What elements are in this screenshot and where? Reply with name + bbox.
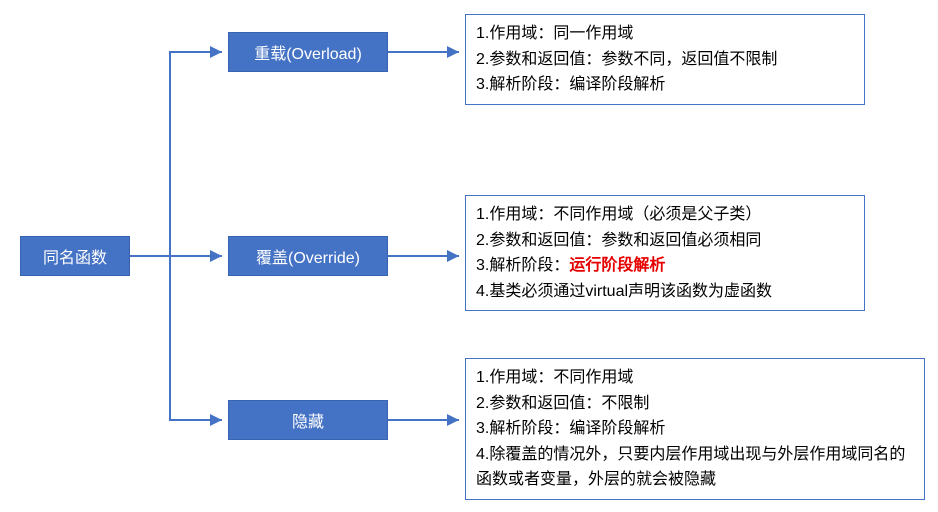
desc-overload-line2: 2.参数和返回值：参数不同，返回值不限制 (476, 47, 854, 73)
desc-overload-line3: 3.解析阶段：编译阶段解析 (476, 72, 854, 98)
desc-overload: 1.作用域：同一作用域 2.参数和返回值：参数不同，返回值不限制 3.解析阶段：… (465, 14, 865, 105)
desc-hide-line3: 3.解析阶段：编译阶段解析 (476, 416, 914, 442)
node-overload: 重载(Overload) (228, 32, 388, 72)
desc-hide-line2: 2.参数和返回值：不限制 (476, 391, 914, 417)
node-overload-label: 重载(Overload) (254, 40, 362, 64)
node-hide-label: 隐藏 (292, 408, 324, 432)
desc-hide: 1.作用域：不同作用域 2.参数和返回值：不限制 3.解析阶段：编译阶段解析 4… (465, 358, 925, 500)
desc-override-line1: 1.作用域：不同作用域（必须是父子类） (476, 202, 854, 228)
desc-override-line3-highlight: 运行阶段解析 (569, 257, 665, 274)
node-override: 覆盖(Override) (228, 236, 388, 276)
desc-override: 1.作用域：不同作用域（必须是父子类） 2.参数和返回值：参数和返回值必须相同 … (465, 195, 865, 311)
desc-hide-line1: 1.作用域：不同作用域 (476, 365, 914, 391)
desc-hide-line4: 4.除覆盖的情况外，只要内层作用域出现与外层作用域同名的函数或者变量，外层的就会… (476, 442, 914, 493)
desc-override-line3-prefix: 3.解析阶段： (476, 257, 569, 274)
root-node: 同名函数 (20, 236, 130, 276)
root-label: 同名函数 (43, 244, 107, 268)
node-override-label: 覆盖(Override) (256, 244, 360, 268)
node-hide: 隐藏 (228, 400, 388, 440)
desc-override-line2: 2.参数和返回值：参数和返回值必须相同 (476, 228, 854, 254)
desc-override-line4: 4.基类必须通过virtual声明该函数为虚函数 (476, 279, 854, 305)
desc-override-line3: 3.解析阶段：运行阶段解析 (476, 253, 854, 279)
desc-overload-line1: 1.作用域：同一作用域 (476, 21, 854, 47)
